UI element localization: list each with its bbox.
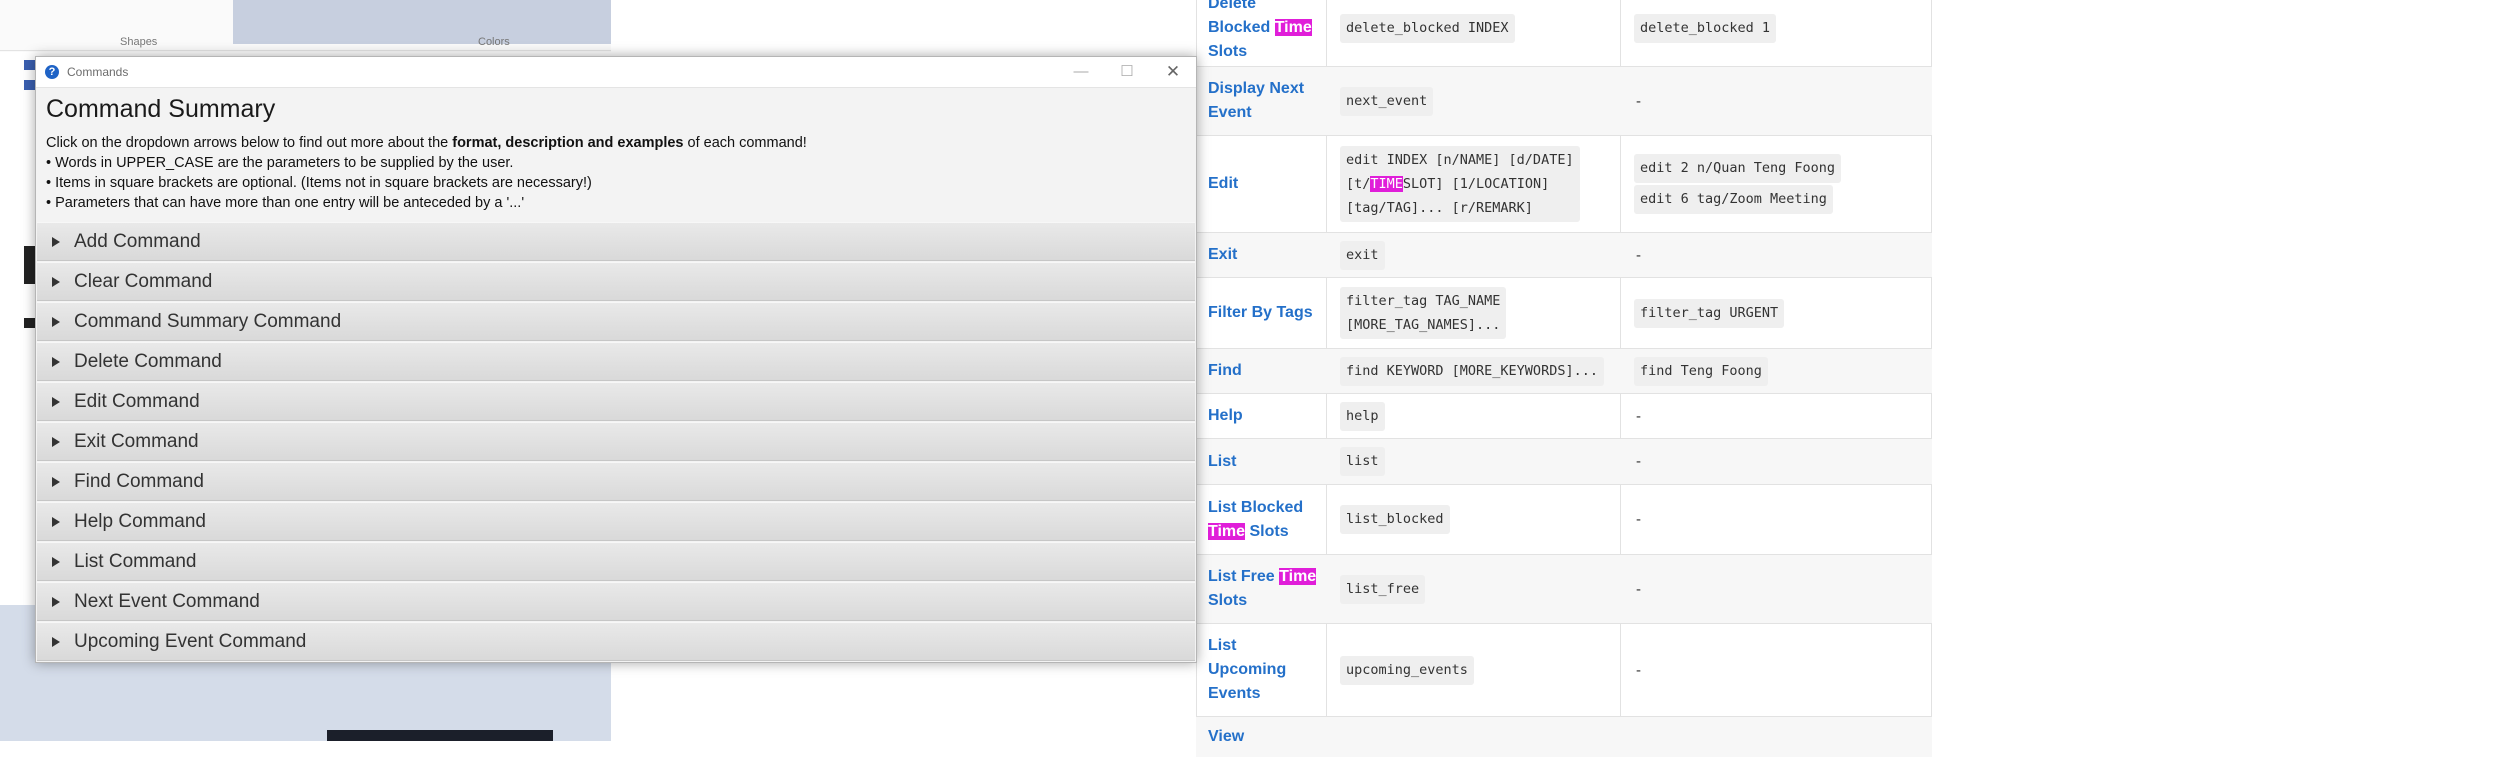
accordion-delete-command[interactable]: Delete Command: [37, 342, 1195, 381]
expand-arrow-icon: [52, 277, 60, 287]
accordion-exit-command[interactable]: Exit Command: [37, 422, 1195, 461]
table-row: Help help -: [1196, 394, 1932, 439]
table-row: Display Next Event next_event -: [1196, 67, 1932, 136]
command-name[interactable]: List: [1208, 439, 1318, 484]
example-code: filter_tag URGENT: [1634, 298, 1785, 328]
accordion-clear-command[interactable]: Clear Command: [37, 262, 1195, 301]
minimize-button[interactable]: —: [1058, 57, 1104, 87]
command-name[interactable]: List Upcoming Events: [1208, 624, 1318, 716]
accordion-add-command[interactable]: Add Command: [37, 222, 1195, 261]
table-row: Edit edit INDEX [n/NAME] [d/DATE] [t/TIM…: [1196, 136, 1932, 233]
command-name[interactable]: Delete Blocked Time Slots: [1208, 0, 1318, 66]
example-empty: -: [1636, 453, 1641, 470]
instruction-bullet: • Words in UPPER_CASE are the parameters…: [46, 155, 514, 171]
command-name[interactable]: View: [1208, 717, 1318, 765]
table-row: Find find KEYWORD [MORE_KEYWORDS]... fin…: [1196, 349, 1932, 394]
example-empty: -: [1636, 92, 1641, 110]
page-title: Command Summary: [46, 95, 276, 123]
expand-arrow-icon: [52, 637, 60, 647]
table-row: List Blocked Time Slots list_blocked -: [1196, 485, 1932, 555]
table-row: Exit exit -: [1196, 233, 1932, 278]
example-code: delete_blocked 1: [1634, 13, 1777, 43]
ribbon-label-colors: Colors: [478, 36, 510, 48]
maximize-button[interactable]: ☐: [1104, 57, 1150, 87]
format-code: list_free: [1340, 574, 1426, 604]
accordion-upcoming-event-command[interactable]: Upcoming Event Command: [37, 622, 1195, 661]
command-name[interactable]: Help: [1208, 394, 1318, 438]
search-highlight: Time: [1208, 522, 1246, 540]
format-code: delete_blocked INDEX: [1340, 13, 1515, 43]
accordion-command-summary-command[interactable]: Command Summary Command: [37, 302, 1195, 341]
expand-arrow-icon: [52, 397, 60, 407]
background-ribbon-divider: [0, 50, 611, 51]
accordion-edit-command[interactable]: Edit Command: [37, 382, 1195, 421]
expand-arrow-icon: [52, 597, 60, 607]
command-name[interactable]: Filter By Tags: [1208, 278, 1318, 348]
format-code: next_event: [1340, 86, 1434, 116]
example-empty: -: [1636, 246, 1641, 264]
table-row: List Free Time Slots list_free -: [1196, 555, 1932, 624]
accordion-help-command[interactable]: Help Command: [37, 502, 1195, 541]
accordion-next-event-command[interactable]: Next Event Command: [37, 582, 1195, 621]
window-title: Commands: [67, 65, 129, 79]
expand-arrow-icon: [52, 557, 60, 567]
background-dark-bar: [327, 730, 553, 741]
search-highlight: Time: [1279, 568, 1317, 585]
accordion-find-command[interactable]: Find Command: [37, 462, 1195, 501]
ribbon-label-shapes: Shapes: [120, 36, 158, 48]
expand-arrow-icon: [52, 437, 60, 447]
instruction-bullet: • Parameters that can have more than one…: [46, 195, 525, 211]
expand-arrow-icon: [52, 477, 60, 487]
format-code: filter_tag TAG_NAME [MORE_TAG_NAMES]...: [1340, 287, 1507, 339]
example-code: edit 6 tag/Zoom Meeting: [1634, 185, 1833, 214]
example-empty: -: [1636, 580, 1641, 598]
example-empty: -: [1636, 661, 1641, 679]
expand-arrow-icon: [52, 317, 60, 327]
help-icon: ?: [45, 65, 59, 79]
table-row: Filter By Tags filter_tag TAG_NAME [MORE…: [1196, 278, 1932, 349]
search-highlight: TIME: [1370, 176, 1403, 192]
command-name[interactable]: List Blocked Time Slots: [1208, 485, 1318, 554]
format-code: upcoming_events: [1340, 655, 1474, 685]
expand-arrow-icon: [52, 517, 60, 527]
background-ribbon-panel: [233, 0, 611, 44]
command-name[interactable]: List Free Time Slots: [1208, 555, 1318, 623]
commands-window: ? Commands — ☐ ✕ Command Summary Click o…: [35, 56, 1197, 663]
intro-text: Click on the dropdown arrows below to fi…: [46, 135, 807, 151]
command-name[interactable]: Edit: [1208, 136, 1318, 232]
table-row: Delete Blocked Time Slots delete_blocked…: [1196, 0, 1932, 67]
format-code: help: [1340, 401, 1385, 431]
format-code: edit INDEX [n/NAME] [d/DATE] [t/TIMESLOT…: [1340, 146, 1580, 222]
example-code: edit 2 n/Quan Teng Foong: [1634, 154, 1842, 183]
expand-arrow-icon: [52, 357, 60, 367]
expand-arrow-icon: [52, 237, 60, 247]
table-row: List Upcoming Events upcoming_events -: [1196, 624, 1932, 717]
table-row: View: [1196, 717, 1932, 757]
example-empty: -: [1636, 407, 1641, 425]
format-code: list: [1340, 447, 1385, 476]
instruction-bullet: • Items in square brackets are optional.…: [46, 175, 592, 191]
table-row: List list -: [1196, 439, 1932, 485]
close-button[interactable]: ✕: [1150, 57, 1196, 87]
format-code: exit: [1340, 240, 1385, 270]
command-name[interactable]: Exit: [1208, 233, 1318, 277]
format-code: find KEYWORD [MORE_KEYWORDS]...: [1340, 356, 1604, 386]
example-code: find Teng Foong: [1634, 356, 1768, 386]
command-name[interactable]: Find: [1208, 349, 1318, 393]
example-empty: -: [1636, 511, 1641, 528]
command-summary-table: Delete Blocked Time Slots delete_blocked…: [1196, 0, 1932, 757]
window-titlebar[interactable]: ? Commands — ☐ ✕: [36, 57, 1196, 88]
command-name[interactable]: Display Next Event: [1208, 67, 1318, 135]
search-highlight: Time: [1274, 19, 1312, 36]
format-code: list_blocked: [1340, 505, 1450, 534]
accordion-list-command[interactable]: List Command: [37, 542, 1195, 581]
